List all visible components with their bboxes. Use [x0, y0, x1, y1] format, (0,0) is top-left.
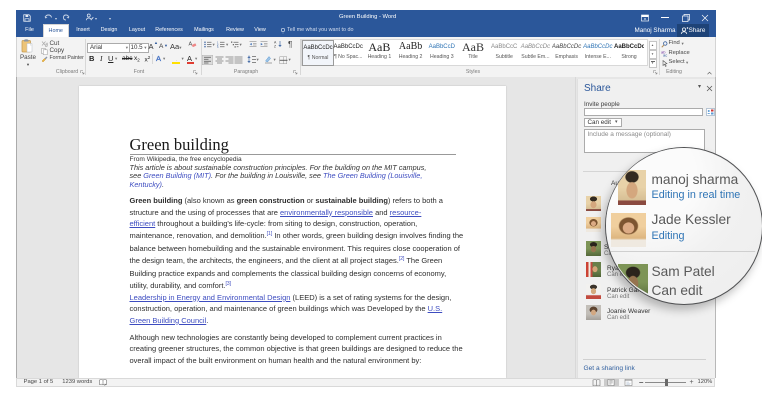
svg-text:ac: ac	[663, 53, 667, 58]
svg-text:A: A	[189, 42, 193, 48]
svg-text:Z: Z	[274, 45, 277, 49]
svg-text:A: A	[274, 41, 277, 45]
svg-text:3: 3	[217, 46, 219, 48]
